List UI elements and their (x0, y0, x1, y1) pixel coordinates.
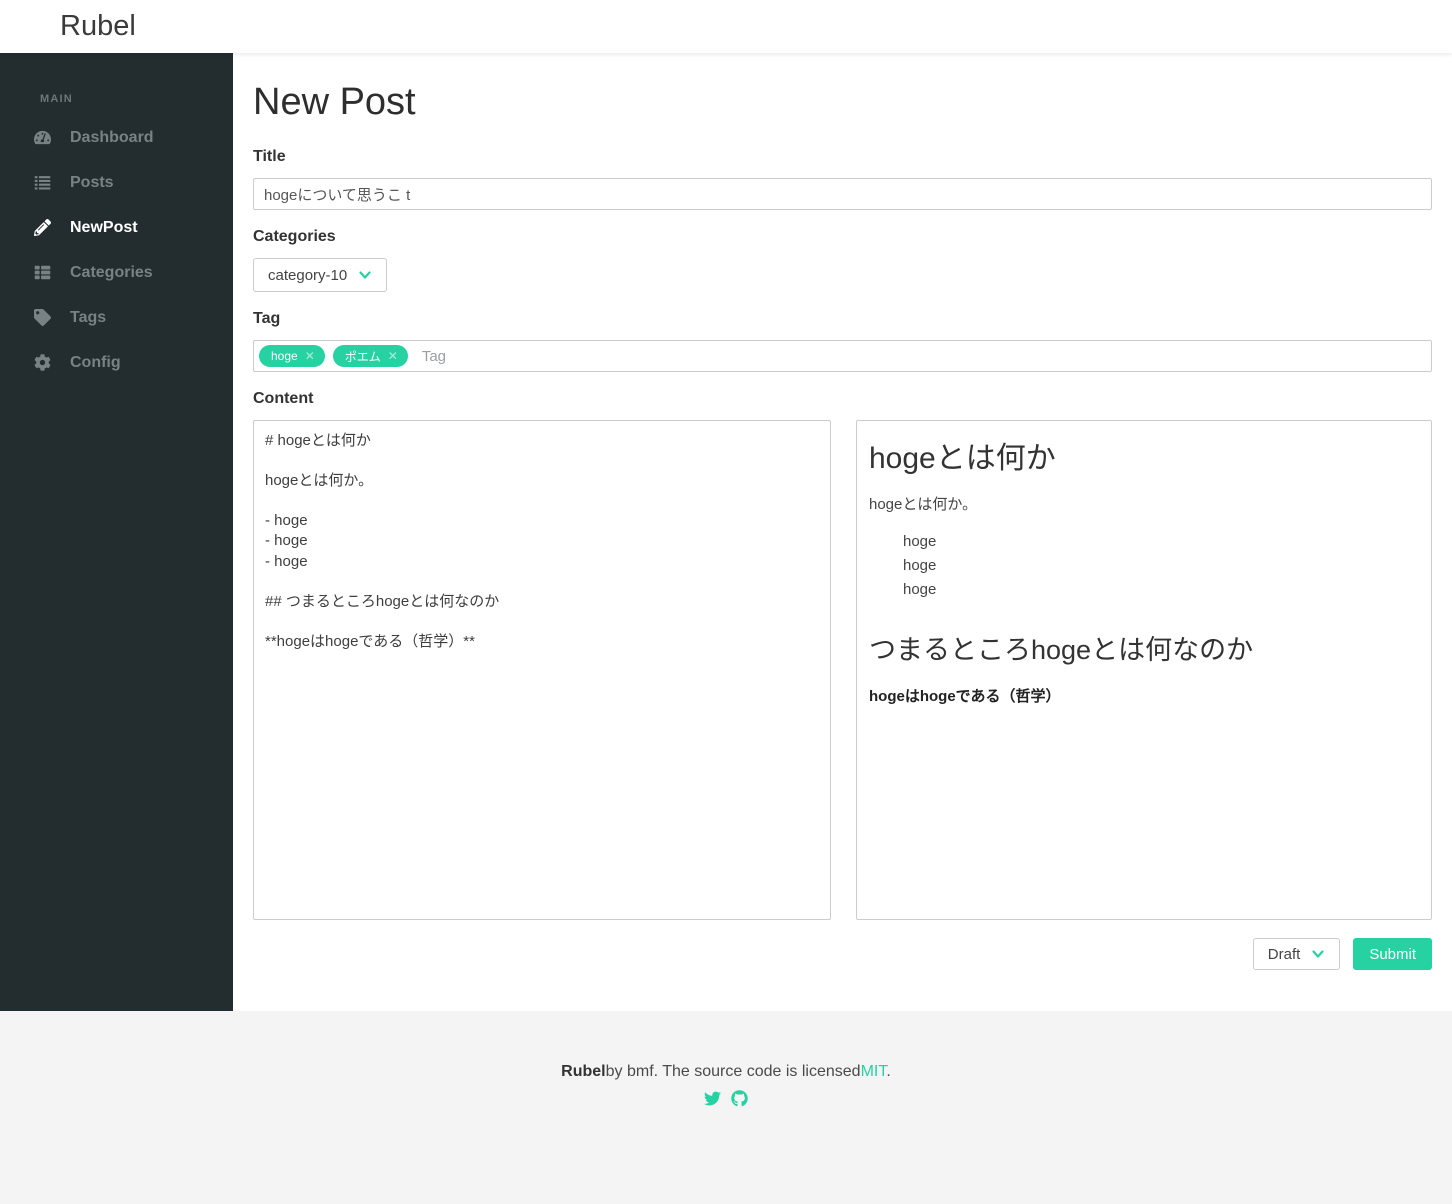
sidebar-item-label: Posts (70, 173, 114, 191)
preview-list: hoge hoge hoge (869, 530, 1419, 602)
footer: Rubelby bmf. The source code is licensed… (0, 1011, 1452, 1204)
chevron-down-icon (1312, 950, 1324, 958)
preview-list-item: hoge (903, 557, 937, 574)
form-controls: Draft Submit (253, 938, 1432, 1011)
footer-period: . (886, 1063, 891, 1080)
footer-brand: Rubel (561, 1063, 606, 1080)
tag-pill: hoge ✕ (259, 345, 325, 367)
preview-bold-paragraph: hogeはhogeである（哲学） (869, 688, 1061, 705)
remove-tag-icon[interactable]: ✕ (388, 350, 398, 362)
sidebar-item-dashboard[interactable]: Dashboard (0, 115, 233, 160)
categories-field: Categories category-10 (253, 228, 1432, 292)
footer-text: by bmf. The source code is licensed (605, 1063, 861, 1080)
status-select-value: Draft (1267, 945, 1301, 963)
tag-input[interactable] (415, 347, 1426, 365)
sidebar-item-posts[interactable]: Posts (0, 160, 233, 205)
twitter-link[interactable] (704, 1090, 721, 1107)
page: Rubel MAIN Dashboard Posts NewPost Categ… (0, 0, 1452, 1204)
title-label: Title (253, 148, 286, 165)
content-label: Content (253, 390, 314, 407)
preview-paragraph: hogeとは何か。 (869, 496, 978, 513)
twitter-icon (704, 1091, 721, 1106)
list-icon (33, 174, 51, 192)
pencil-icon (33, 219, 51, 237)
app-logo[interactable]: Rubel (60, 10, 136, 43)
markdown-preview: hogeとは何か hogeとは何か。 hoge hoge hoge つまるところ… (856, 420, 1432, 920)
tag-pill-label: hoge (271, 349, 298, 363)
status-select[interactable]: Draft (1252, 938, 1341, 970)
footer-social-icons (0, 1090, 1452, 1107)
tag-input-box[interactable]: hoge ✕ ポエム ✕ (253, 340, 1432, 372)
th-list-icon (33, 264, 51, 282)
category-select[interactable]: category-10 (253, 258, 388, 292)
sidebar-item-label: Categories (70, 263, 153, 281)
sidebar-item-label: NewPost (70, 218, 138, 236)
preview-list-item: hoge (903, 533, 937, 550)
title-field: Title (253, 148, 1432, 210)
tag-pill: ポエム ✕ (332, 345, 408, 367)
sidebar-item-label: Dashboard (70, 128, 154, 146)
remove-tag-icon[interactable]: ✕ (305, 350, 315, 362)
chevron-down-icon (359, 271, 371, 279)
categories-label: Categories (253, 228, 336, 245)
sidebar-item-label: Config (70, 353, 121, 371)
markdown-editor[interactable]: # hogeとは何か hogeとは何か。 - hoge - hoge - hog… (253, 420, 831, 920)
tag-label: Tag (253, 310, 281, 327)
sidebar-item-newpost[interactable]: NewPost (0, 205, 233, 250)
preview-h2: つまるところhogeとは何なのか (869, 635, 1254, 665)
preview-h1: hogeとは何か (869, 442, 1056, 475)
title-input[interactable] (253, 178, 1432, 210)
tag-field: Tag hoge ✕ ポエム ✕ (253, 310, 1432, 372)
sidebar-nav: Dashboard Posts NewPost Categories Tags … (0, 115, 233, 385)
submit-button[interactable]: Submit (1353, 938, 1432, 970)
github-icon (731, 1090, 748, 1107)
gear-icon (33, 354, 51, 372)
sidebar-item-label: Tags (70, 308, 107, 326)
sidebar-item-categories[interactable]: Categories (0, 250, 233, 295)
sidebar-item-tags[interactable]: Tags (0, 295, 233, 340)
page-title: New Post (253, 81, 416, 123)
github-link[interactable] (731, 1090, 748, 1107)
topbar: Rubel (0, 0, 1452, 53)
mit-license-link[interactable]: MIT (861, 1063, 887, 1080)
content-field: Content # hogeとは何か hogeとは何か。 - hoge - ho… (253, 390, 1432, 920)
tag-pill-label: ポエム (344, 349, 381, 364)
sidebar-section-label: MAIN (40, 93, 73, 105)
footer-credit: Rubelby bmf. The source code is licensed… (0, 1063, 1452, 1081)
sidebar: MAIN Dashboard Posts NewPost Categories … (0, 53, 233, 1011)
main-content: New Post Title Categories category-10 Ta… (233, 53, 1452, 1011)
tachometer-icon (33, 129, 51, 147)
category-select-value: category-10 (268, 266, 348, 284)
sidebar-item-config[interactable]: Config (0, 340, 233, 385)
preview-list-item: hoge (903, 581, 937, 598)
tags-icon (33, 309, 51, 327)
